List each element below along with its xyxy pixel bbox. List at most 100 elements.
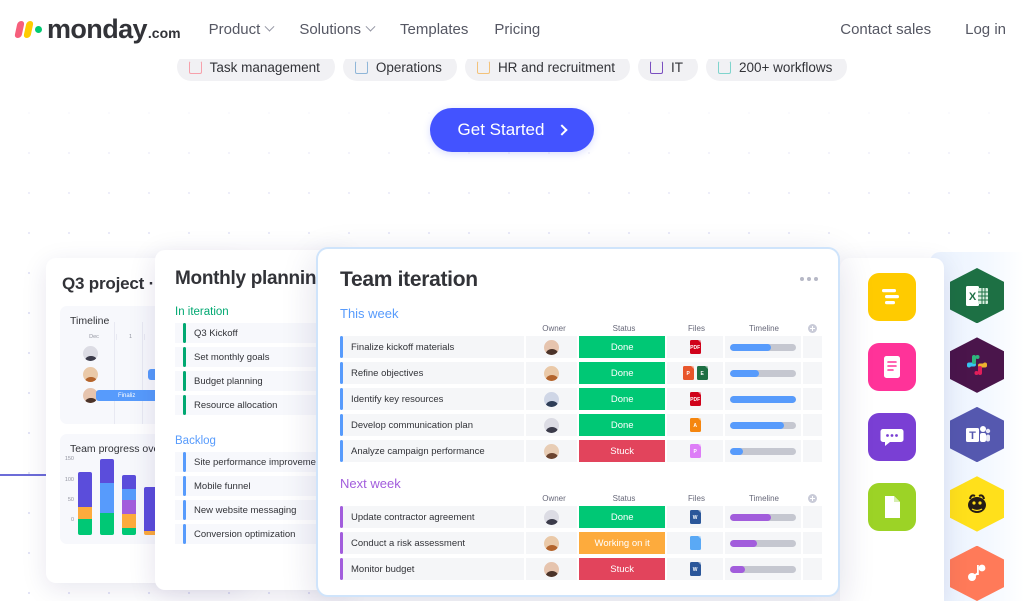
- progress-track: [730, 448, 796, 455]
- integrations-column: X T: [930, 252, 1024, 601]
- monthly-item-label: New website messaging: [194, 505, 296, 516]
- progress-track: [730, 370, 796, 377]
- avatar: [544, 392, 559, 407]
- row-files-cell[interactable]: PE: [667, 362, 723, 384]
- notes-app-icon[interactable]: [868, 273, 916, 321]
- mailchimp-icon[interactable]: [950, 476, 1004, 531]
- team-table: OwnerStatusFilesTimelineUpdate contracto…: [340, 491, 822, 580]
- avatar: [544, 366, 559, 381]
- chevron-right-icon: [557, 124, 568, 135]
- pill-label: Operations: [376, 60, 442, 75]
- row-owner-cell[interactable]: [526, 414, 577, 436]
- row-timeline-cell[interactable]: [725, 506, 801, 528]
- header-link-contact-sales[interactable]: Contact sales: [840, 21, 931, 38]
- monthly-item-label: Budget planning: [194, 376, 263, 387]
- row-owner-cell[interactable]: [526, 362, 577, 384]
- docs-app-icon[interactable]: [868, 343, 916, 391]
- col-header-status: Status: [580, 324, 668, 333]
- nav-item-solutions[interactable]: Solutions: [299, 21, 374, 38]
- row-name-cell: Analyze campaign performance: [343, 440, 524, 462]
- row-status-cell[interactable]: Done: [579, 336, 665, 358]
- monday-logo[interactable]: monday .com: [16, 14, 181, 45]
- row-owner-cell[interactable]: [526, 336, 577, 358]
- excel-icon[interactable]: X: [950, 268, 1004, 323]
- row-timeline-cell[interactable]: [725, 362, 801, 384]
- slack-icon[interactable]: [950, 337, 1004, 392]
- row-timeline-cell[interactable]: [725, 558, 801, 580]
- row-timeline-cell[interactable]: [725, 414, 801, 436]
- row-spacer-cell: [803, 532, 822, 554]
- file-icon-w[interactable]: W: [690, 510, 701, 524]
- row-owner-cell[interactable]: [526, 558, 577, 580]
- add-column-button[interactable]: [803, 324, 822, 333]
- row-spacer-cell: [803, 440, 822, 462]
- nav-item-product[interactable]: Product: [209, 21, 274, 38]
- header-link-log-in[interactable]: Log in: [965, 21, 1006, 38]
- nav-item-templates[interactable]: Templates: [400, 21, 468, 38]
- avatar: [544, 562, 559, 577]
- header-right-links: Contact sales Log in: [840, 21, 1006, 38]
- file-icon-img[interactable]: [690, 536, 701, 550]
- avatar: [544, 418, 559, 433]
- table-row[interactable]: Analyze campaign performance Stuck P: [340, 440, 822, 462]
- file-icon-w[interactable]: W: [690, 562, 701, 576]
- row-files-cell[interactable]: W: [667, 506, 723, 528]
- team-iteration-title: Team iteration: [318, 249, 838, 292]
- row-files-cell[interactable]: PDF: [667, 336, 723, 358]
- row-status-cell[interactable]: Done: [579, 362, 665, 384]
- more-options-icon[interactable]: [800, 277, 818, 281]
- row-timeline-cell[interactable]: [725, 336, 801, 358]
- file-icon-a[interactable]: A: [690, 418, 701, 432]
- row-files-cell[interactable]: W: [667, 558, 723, 580]
- row-status-cell[interactable]: Working on it: [579, 532, 665, 554]
- monthly-item-label: Set monthly goals: [194, 352, 270, 363]
- q3-bar-chart: [78, 459, 158, 535]
- row-owner-cell[interactable]: [526, 440, 577, 462]
- table-row[interactable]: Refine objectivesDonePE: [340, 362, 822, 384]
- row-status-cell[interactable]: Done: [579, 506, 665, 528]
- q3-timeline-month: Dec: [72, 334, 116, 340]
- svg-text:T: T: [969, 430, 976, 442]
- row-timeline-cell[interactable]: [725, 532, 801, 554]
- file-icon-pdf[interactable]: PDF: [690, 340, 701, 354]
- nav-item-pricing[interactable]: Pricing: [494, 21, 540, 38]
- row-files-cell[interactable]: PDF: [667, 388, 723, 410]
- table-header-row: OwnerStatusFilesTimeline: [340, 321, 822, 336]
- row-name-cell: Monitor budget: [343, 558, 524, 580]
- monthly-item-label: Site performance improvements: [194, 457, 329, 468]
- file-icon-p[interactable]: P: [690, 444, 701, 458]
- row-owner-cell[interactable]: [526, 506, 577, 528]
- row-status-cell[interactable]: Done: [579, 414, 665, 436]
- table-row[interactable]: Develop communication planDoneA: [340, 414, 822, 436]
- row-status-cell[interactable]: Stuck: [579, 440, 665, 462]
- teams-icon[interactable]: T: [950, 407, 1004, 462]
- table-row[interactable]: Update contractor agreementDoneW: [340, 506, 822, 528]
- hubspot-icon[interactable]: [950, 546, 1004, 601]
- files-app-icon[interactable]: [868, 483, 916, 531]
- table-row[interactable]: Identify key resourcesDonePDF: [340, 388, 822, 410]
- table-header-row: OwnerStatusFilesTimeline: [340, 491, 822, 506]
- add-column-button[interactable]: [803, 494, 822, 503]
- file-icon-pdf[interactable]: PDF: [690, 392, 701, 406]
- row-files-cell[interactable]: [667, 532, 723, 554]
- file-icon-p[interactable]: P: [683, 366, 694, 380]
- bracket-icon: [650, 61, 663, 74]
- file-icon-e[interactable]: E: [697, 366, 708, 380]
- row-owner-cell[interactable]: [526, 532, 577, 554]
- row-status-cell[interactable]: Done: [579, 388, 665, 410]
- row-timeline-cell[interactable]: [725, 440, 801, 462]
- chat-app-icon[interactable]: [868, 413, 916, 461]
- chart-segment-indigo: [122, 475, 136, 490]
- row-owner-cell[interactable]: [526, 388, 577, 410]
- table-row[interactable]: Finalize kickoff materialsDonePDF: [340, 336, 822, 358]
- col-header-timeline: Timeline: [725, 324, 803, 333]
- monthly-item-label: Resource allocation: [194, 400, 277, 411]
- card-team-iteration[interactable]: Team iteration This weekOwnerStatusFiles…: [316, 247, 840, 597]
- table-row[interactable]: Conduct a risk assessmentWorking on it: [340, 532, 822, 554]
- row-timeline-cell[interactable]: [725, 388, 801, 410]
- table-row[interactable]: Monitor budget Stuck W: [340, 558, 822, 580]
- row-status-cell[interactable]: Stuck: [579, 558, 665, 580]
- row-files-cell[interactable]: A: [667, 414, 723, 436]
- get-started-button[interactable]: Get Started: [430, 108, 595, 152]
- row-files-cell[interactable]: P: [667, 440, 723, 462]
